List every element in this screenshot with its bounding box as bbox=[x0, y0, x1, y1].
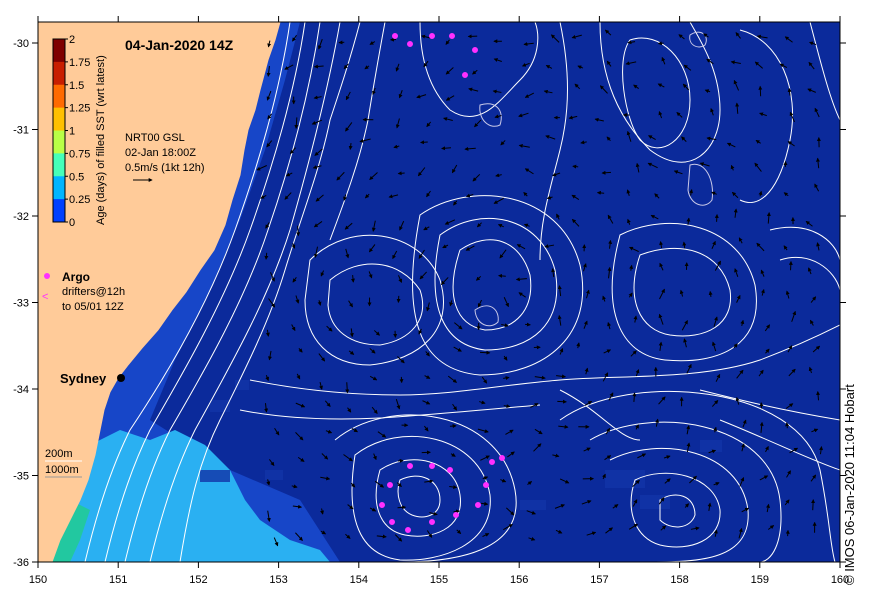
drifters-label-2: to 05/01 12Z bbox=[62, 301, 124, 313]
velocity-arrow bbox=[596, 190, 605, 195]
x-tick-label: 157 bbox=[590, 574, 608, 586]
velocity-arrow bbox=[397, 505, 407, 510]
isobath-1000-label: 1000m bbox=[45, 464, 79, 476]
colorbar-tick-label: 1.5 bbox=[69, 80, 84, 92]
colorbar-tick-label: 2 bbox=[69, 34, 75, 46]
colorbar-tick-label: 1 bbox=[69, 126, 75, 138]
x-tick-label: 155 bbox=[430, 574, 448, 586]
colorbar-segment bbox=[53, 130, 65, 154]
colorbar-label: Age (days) of filled SST (wrt latest) bbox=[95, 55, 107, 225]
colorbar-segment bbox=[53, 107, 65, 131]
plot-area bbox=[38, 22, 840, 562]
y-tick-label: -35 bbox=[13, 471, 29, 483]
colorbar-tick-label: 0.25 bbox=[69, 194, 90, 206]
colorbar-segment bbox=[53, 176, 65, 200]
colorbar-segment bbox=[53, 84, 65, 109]
x-tick-label: 156 bbox=[510, 574, 528, 586]
y-tick-label: -34 bbox=[13, 384, 29, 396]
velocity-scale: 0.5m/s (1kt 12h) bbox=[125, 162, 204, 174]
x-tick-label: 150 bbox=[29, 574, 47, 586]
credit-text: © IMOS 06-Jan-2020 11:04 Hobart bbox=[842, 384, 857, 585]
colorbar-tick-label: 1.75 bbox=[69, 57, 90, 69]
x-tick-label: 158 bbox=[670, 574, 688, 586]
velocity-arrow bbox=[498, 273, 506, 278]
colorbar-tick-label: 1.25 bbox=[69, 103, 90, 115]
velocity-arrow bbox=[632, 392, 637, 402]
y-tick-label: -32 bbox=[13, 211, 29, 223]
velocity-arrow bbox=[264, 252, 269, 260]
colorbar-tick-label: 0 bbox=[69, 217, 75, 229]
colorbar-segment bbox=[53, 39, 65, 63]
velocity-arrow bbox=[453, 509, 461, 514]
velocity-arrow bbox=[811, 499, 816, 511]
city-label-sydney: Sydney bbox=[60, 371, 107, 386]
velocity-arrow bbox=[351, 275, 355, 283]
argo-label: Argo bbox=[62, 270, 90, 284]
x-tick-label: 159 bbox=[751, 574, 769, 586]
y-tick-label: -36 bbox=[13, 557, 29, 569]
drifters-label-1: drifters@12h bbox=[62, 286, 125, 298]
x-tick-label: 154 bbox=[350, 574, 368, 586]
sydney-marker-icon bbox=[117, 374, 125, 382]
x-tick-label: 153 bbox=[269, 574, 287, 586]
isobath-200-label: 200m bbox=[45, 448, 73, 460]
velocity-source: NRT00 GSL bbox=[125, 132, 185, 144]
y-tick-label: -33 bbox=[13, 298, 29, 310]
y-tick-label: -30 bbox=[13, 38, 29, 50]
colorbar-segment bbox=[53, 153, 65, 177]
argo-marker-icon bbox=[44, 273, 50, 279]
velocity-arrow bbox=[785, 422, 790, 429]
x-tick-label: 151 bbox=[109, 574, 127, 586]
colorbar-tick-label: 0.75 bbox=[69, 148, 90, 160]
velocity-arrow bbox=[572, 164, 579, 169]
x-tick-label: 152 bbox=[189, 574, 207, 586]
velocity-arrow bbox=[420, 140, 428, 145]
velocity-arrow bbox=[557, 399, 567, 404]
velocity-arrow bbox=[345, 382, 350, 394]
velocity-arrow bbox=[397, 171, 405, 176]
colorbar-segment bbox=[53, 199, 65, 223]
sst-map: 150151152153154155156157158159160161 -30… bbox=[13, 16, 849, 586]
velocity-arrow bbox=[601, 170, 611, 175]
colorbar-tick-label: 0.5 bbox=[69, 171, 84, 183]
drifter-marker-icon: < bbox=[42, 291, 48, 303]
map-title: 04-Jan-2020 14Z bbox=[125, 37, 234, 53]
y-tick-label: -31 bbox=[13, 125, 29, 137]
velocity-arrow bbox=[657, 41, 664, 46]
colorbar-segment bbox=[53, 61, 65, 86]
velocity-time: 02-Jan 18:00Z bbox=[125, 147, 196, 159]
